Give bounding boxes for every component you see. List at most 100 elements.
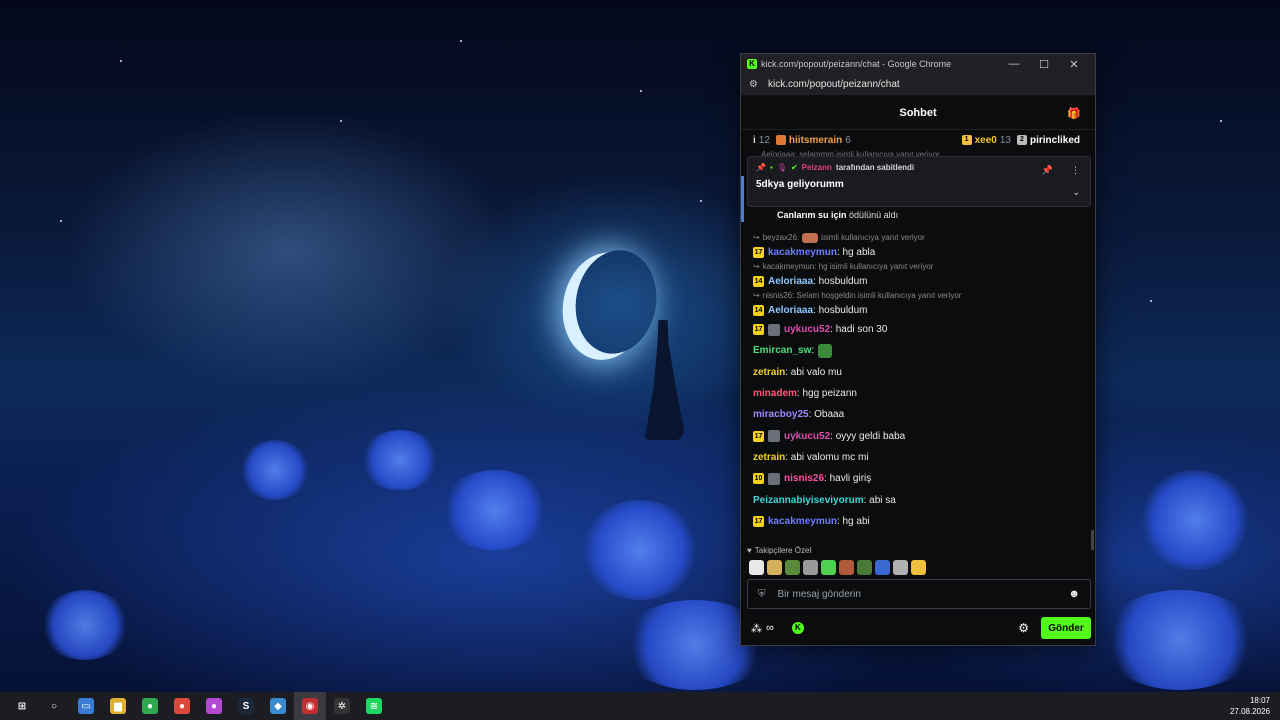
chat-message[interactable]: Peizannabiyiseviyorum: abi sa [741, 489, 1095, 510]
emote-button[interactable] [875, 560, 890, 575]
emote-button[interactable] [803, 560, 818, 575]
taskbar-task-view[interactable]: ▭ [70, 692, 102, 720]
chat-message[interactable]: zetrain: abi valo mu [741, 362, 1095, 383]
chat-username[interactable]: Emircan_sw [753, 345, 811, 356]
star [1150, 300, 1152, 302]
emote-button[interactable] [893, 560, 908, 575]
emote-button[interactable] [785, 560, 800, 575]
taskbar-spotify[interactable]: ≋ [358, 692, 390, 720]
chat-messages-area[interactable]: Aeloriaaa: selammm isimli kullanıcıya ya… [741, 150, 1095, 550]
star [60, 220, 62, 222]
window-titlebar[interactable]: K kick.com/popout/peizann/chat - Google … [741, 54, 1095, 74]
chat-username[interactable]: Peizannabiyiseviyorum [753, 495, 864, 506]
points-display[interactable]: ⁂ ∞ [751, 622, 774, 635]
emote-button[interactable] [839, 560, 854, 575]
leaderboard-item[interactable]: 1 xee0 13 [961, 134, 1011, 146]
send-button[interactable]: Gönder [1041, 617, 1091, 639]
taskbar-chrome-profile-2[interactable]: ● [198, 692, 230, 720]
pinned-message[interactable]: 📌 ▪ 🎙 ✔ Peizann tarafından sabitlendi 📌 … [747, 156, 1091, 207]
taskbar-file-explorer[interactable]: ▆ [102, 692, 134, 720]
pinned-author: Peizann [801, 163, 832, 172]
chat-message[interactable]: Emircan_sw: [741, 340, 1095, 361]
chat-text: : abi valomu mc mi [785, 451, 869, 463]
chat-message[interactable]: 17 kacakmeymun: hg abla [741, 243, 1095, 261]
badge-icon: ▪ [769, 163, 773, 172]
chat-message[interactable]: 14 Aeloriaaa: hosbuldum [741, 272, 1095, 290]
chrome-profile-2-icon: ● [206, 698, 222, 714]
chat-header: Sohbet 🎁 [741, 96, 1095, 130]
chat-message[interactable]: miracboy25: Obaaa [741, 404, 1095, 425]
emote-image [802, 232, 819, 243]
chat-username[interactable]: uykucu52 [784, 431, 830, 442]
emote-button[interactable] [911, 560, 926, 575]
more-options-icon[interactable]: ⋮ [1071, 165, 1080, 176]
heart-icon: ♥ [747, 546, 752, 555]
taskbar-chrome-profile[interactable]: ● [166, 692, 198, 720]
emote-button[interactable] [821, 560, 836, 575]
leaderboard-item[interactable]: hiitsmerain 6 [775, 134, 851, 146]
chat-input-box[interactable]: ⛨ ☻ [747, 579, 1091, 609]
emote-quick-bar [749, 560, 926, 575]
leaderboard-name: xee0 [974, 134, 997, 146]
chat-username[interactable]: zetrain [753, 367, 785, 378]
chat-username[interactable]: zetrain [753, 452, 785, 463]
chat-username[interactable]: miracboy25 [753, 409, 809, 420]
taskbar-search[interactable]: ○ [38, 692, 70, 720]
chat-username[interactable]: minadem [753, 388, 797, 399]
emote-button[interactable] [767, 560, 782, 575]
shield-icon[interactable]: ⛨ [758, 589, 766, 600]
chat-message[interactable]: 10 nisnis26: havli giriş [741, 468, 1095, 489]
site-info-icon[interactable]: ⚙ [749, 79, 758, 90]
reward-message: Canlarım su için ödülünü aldı [777, 210, 898, 220]
chat-message[interactable]: 17 kacakmeymun: hg abi [741, 511, 1095, 532]
star [460, 40, 462, 42]
taskbar-kick-app[interactable]: ◉ [294, 692, 326, 720]
leaderboard-item[interactable]: i 12 [753, 135, 770, 146]
taskbar-steelseries[interactable]: ✲ [326, 692, 358, 720]
minimize-icon[interactable]: — [999, 58, 1029, 70]
gear-icon[interactable]: ⚙ [1018, 621, 1029, 635]
chat-message[interactable]: minadem: hgg peizann [741, 383, 1095, 404]
chat-input[interactable] [777, 588, 1057, 600]
maximize-icon[interactable]: ☐ [1029, 58, 1059, 71]
reward-text: ödülünü aldı [849, 210, 899, 220]
chat-username[interactable]: uykucu52 [784, 324, 830, 335]
leaderboard-name: hiitsmerain [788, 134, 843, 146]
taskbar-steam[interactable]: S [230, 692, 262, 720]
flower [440, 470, 550, 550]
subscriber-badge-icon: 17 [753, 324, 764, 336]
window-title: kick.com/popout/peizann/chat - Google Ch… [761, 59, 952, 69]
chat-message[interactable]: 17 uykucu52: hadi son 30 [741, 319, 1095, 340]
chevron-down-icon[interactable]: ⌄ [1072, 187, 1080, 198]
emote-button[interactable] [749, 560, 764, 575]
clock-date: 27.08.2026 [1229, 707, 1270, 716]
unpin-icon[interactable]: 📌 [1042, 165, 1053, 176]
emote-button[interactable] [857, 560, 872, 575]
chat-username[interactable]: Aeloriaaa [768, 305, 813, 316]
chat-username[interactable]: nisnis26 [784, 473, 824, 484]
taskbar-start[interactable]: ⊞ [6, 692, 38, 720]
chat-username[interactable]: kacakmeymun [768, 516, 837, 527]
chat-username[interactable]: Aeloriaaa [768, 276, 813, 287]
system-clock[interactable]: 18:07 27.08.2026 [1230, 695, 1270, 717]
chat-message[interactable]: 17 uykucu52: oyyy geldi baba [741, 425, 1095, 446]
reply-text-rest: isimli kullanıcıya yanıt veriyor [821, 233, 925, 242]
emoji-icon[interactable]: ☻ [1068, 588, 1080, 600]
taskbar-network-app[interactable]: ◆ [262, 692, 294, 720]
taskbar-chrome[interactable]: ● [134, 692, 166, 720]
close-icon[interactable]: ✕ [1059, 58, 1089, 71]
chat-message[interactable]: zetrain: abi valomu mc mi [741, 447, 1095, 468]
pinned-suffix: tarafından sabitlendi [835, 163, 915, 172]
chat-username[interactable]: kacakmeymun [768, 247, 837, 258]
kick-icon[interactable]: K [791, 622, 804, 634]
flower [1140, 470, 1250, 570]
rank-badge-icon [775, 135, 786, 145]
steam-icon: S [238, 698, 254, 714]
chat-scrollbar[interactable] [1091, 530, 1094, 550]
chat-message[interactable]: 14 Aeloriaaa: hosbuldum [741, 301, 1095, 319]
gift-icon[interactable]: 🎁 [1067, 107, 1081, 120]
silhouette-figure [644, 320, 686, 440]
leaderboard-item[interactable]: 2 pirincliked [1016, 135, 1083, 146]
address-bar[interactable]: ⚙ kick.com/popout/peizann/chat [741, 74, 1095, 96]
rank-badge-icon: 2 [1016, 135, 1027, 145]
